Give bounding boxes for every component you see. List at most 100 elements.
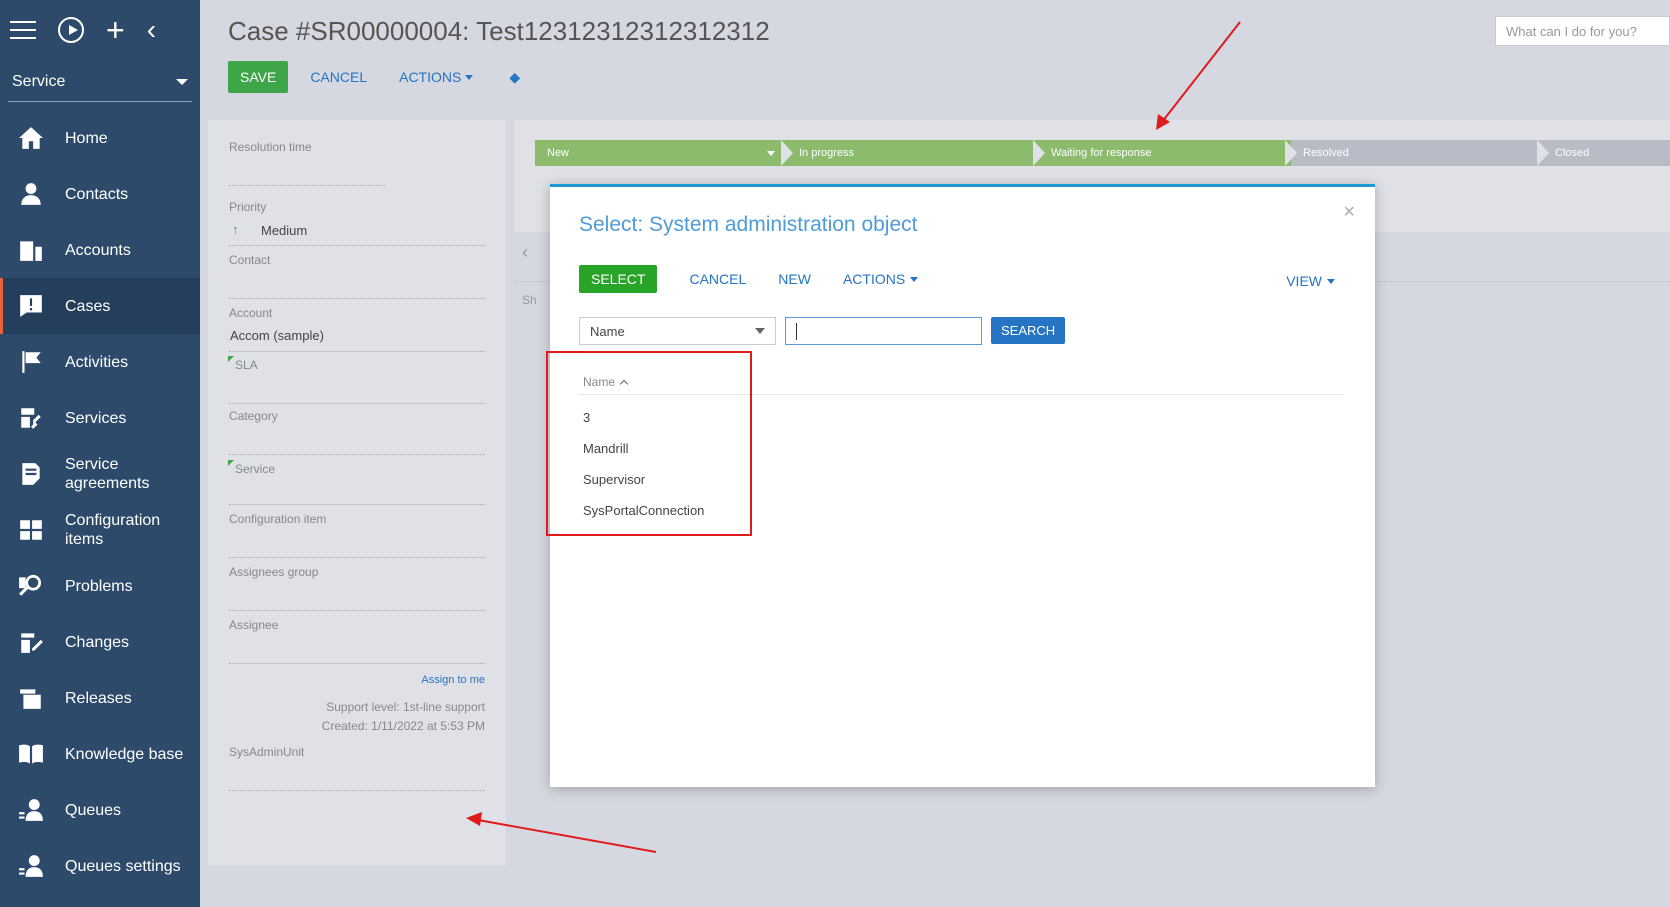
queue-settings-icon xyxy=(16,853,46,879)
contact-label: Contact xyxy=(229,253,271,267)
category-label: Category xyxy=(229,409,278,423)
stage-closed[interactable]: Closed xyxy=(1543,140,1670,166)
chevron-down-icon xyxy=(176,78,188,85)
sidebar-item-label: Accounts xyxy=(65,241,131,259)
chevron-down-icon xyxy=(1327,278,1335,284)
stage-label: In progress xyxy=(799,147,855,159)
assignee-label: Assignee xyxy=(229,618,279,632)
dialog-actions-label: ACTIONS xyxy=(842,271,906,287)
select-button[interactable]: SELECT xyxy=(579,265,658,293)
sidebar-item-accounts[interactable]: Accounts xyxy=(0,222,200,278)
support-level-text: Support level: 1st-line support xyxy=(326,700,485,714)
sidebar-nav: Home Contacts Accounts Cases Activities … xyxy=(0,110,200,894)
field-underline xyxy=(229,557,485,558)
filter-column-select[interactable]: Name xyxy=(579,317,776,345)
play-icon[interactable] xyxy=(58,17,84,43)
search-button[interactable]: SEARCH xyxy=(991,317,1066,344)
sidebar-item-services[interactable]: Services xyxy=(0,390,200,446)
page-header: Case #SR00000004: Test12312312312312312 … xyxy=(200,0,1670,112)
assign-to-me-link[interactable]: Assign to me xyxy=(421,674,485,686)
stage-waiting-for-response[interactable]: Waiting for response xyxy=(1039,140,1291,166)
collapse-icon[interactable]: ‹ xyxy=(147,16,156,44)
annotation-highlight-box xyxy=(546,351,752,536)
sysadminunit-field[interactable]: SysAdminUnit xyxy=(229,745,485,791)
category-field[interactable]: Category xyxy=(229,409,485,455)
sidebar-item-label: Problems xyxy=(65,577,133,595)
actions-button[interactable]: ACTIONS xyxy=(399,69,474,85)
sidebar-item-label: Configuration items xyxy=(65,512,161,548)
dialog-actions-button[interactable]: ACTIONS xyxy=(842,271,919,287)
sidebar-item-queues-settings[interactable]: Queues settings xyxy=(0,838,200,894)
field-underline xyxy=(229,185,385,186)
sidebar-item-activities[interactable]: Activities xyxy=(0,334,200,390)
command-search-input[interactable]: What can I do for you? xyxy=(1495,16,1670,46)
magnifier-icon xyxy=(16,573,46,599)
stage-label: Closed xyxy=(1555,147,1590,159)
sidebar-item-queues[interactable]: Queues xyxy=(0,782,200,838)
grid-icon xyxy=(16,517,46,543)
sidebar-item-contacts[interactable]: Contacts xyxy=(0,166,200,222)
sidebar-item-releases[interactable]: Releases xyxy=(0,670,200,726)
chevron-down-icon xyxy=(755,328,765,334)
assign-to-me-row: Assign to me xyxy=(229,672,485,686)
sidebar-item-label: Cases xyxy=(65,297,111,315)
dialog-title: Select: System administration object xyxy=(579,213,918,236)
dialog-cancel-button[interactable]: CANCEL xyxy=(689,271,746,287)
stack-icon xyxy=(16,685,46,711)
plus-icon[interactable]: + xyxy=(106,14,125,46)
service-field[interactable]: Service xyxy=(228,460,485,507)
tag-icon[interactable]: ◆ xyxy=(509,69,520,86)
sidebar-item-service-agreements[interactable]: Service agreements xyxy=(0,446,200,502)
required-marker-icon xyxy=(228,460,234,466)
account-label: Account xyxy=(229,306,273,320)
sidebar-item-label: Releases xyxy=(65,689,132,707)
field-underline xyxy=(229,351,485,352)
sidebar-item-cases[interactable]: Cases xyxy=(0,278,200,334)
view-button[interactable]: VIEW xyxy=(1286,273,1335,289)
sidebar-item-label: Contacts xyxy=(65,185,129,203)
menu-icon[interactable] xyxy=(10,21,36,39)
contact-field[interactable]: Contact xyxy=(229,253,485,299)
search-input[interactable] xyxy=(785,317,982,345)
sidebar-item-label: Queues xyxy=(65,801,122,819)
page-title: Case #SR00000004: Test12312312312312312 xyxy=(228,16,770,46)
field-underline xyxy=(229,663,485,664)
sidebar-item-configuration-items[interactable]: Configuration items xyxy=(0,502,200,558)
workspace-select[interactable]: Service xyxy=(8,62,192,102)
priority-field[interactable]: Priority ↑ Medium xyxy=(229,200,485,246)
sidebar-item-label: Knowledge base xyxy=(65,745,184,763)
record-toolbar: SAVE CANCEL ACTIONS ◆ xyxy=(228,61,520,93)
close-icon[interactable]: × xyxy=(1343,201,1355,224)
stage-new[interactable]: New xyxy=(535,140,787,166)
book-icon xyxy=(16,741,46,767)
assignees-group-field[interactable]: Assignees group xyxy=(229,565,485,611)
sla-field[interactable]: SLA xyxy=(228,356,485,404)
sidebar-item-label: Changes xyxy=(65,633,130,651)
field-underline xyxy=(229,504,485,505)
stage-in-progress[interactable]: In progress xyxy=(787,140,1039,166)
configuration-item-label: Configuration item xyxy=(229,512,327,526)
sidebar-item-home[interactable]: Home xyxy=(0,110,200,166)
sidebar-item-label: Queues settings xyxy=(65,857,181,875)
field-underline xyxy=(229,790,485,791)
account-link[interactable]: Accom (sample) xyxy=(230,328,324,343)
stage-bar: New In progress Waiting for response Res… xyxy=(535,140,1670,166)
sidebar-item-changes[interactable]: Changes xyxy=(0,614,200,670)
resolution-time-field[interactable]: Resolution time xyxy=(229,140,485,186)
configuration-item-field[interactable]: Configuration item xyxy=(229,512,485,558)
field-underline xyxy=(229,454,485,455)
chevron-down-icon xyxy=(910,276,919,282)
new-button[interactable]: NEW xyxy=(778,271,811,287)
sidebar-item-label: Home xyxy=(65,129,108,147)
document-icon xyxy=(16,461,46,487)
field-underline xyxy=(229,403,485,404)
sidebar-top-icons: + ‹ xyxy=(0,0,200,60)
stage-resolved[interactable]: Resolved xyxy=(1291,140,1543,166)
sidebar-item-knowledge-base[interactable]: Knowledge base xyxy=(0,726,200,782)
sidebar-item-problems[interactable]: Problems xyxy=(0,558,200,614)
chevron-left-icon[interactable]: ‹ xyxy=(522,242,528,263)
assignee-field[interactable]: Assignee xyxy=(229,618,485,664)
cancel-button[interactable]: CANCEL xyxy=(310,69,367,85)
account-field[interactable]: Account Accom (sample) xyxy=(229,306,485,352)
save-button[interactable]: SAVE xyxy=(228,61,289,93)
